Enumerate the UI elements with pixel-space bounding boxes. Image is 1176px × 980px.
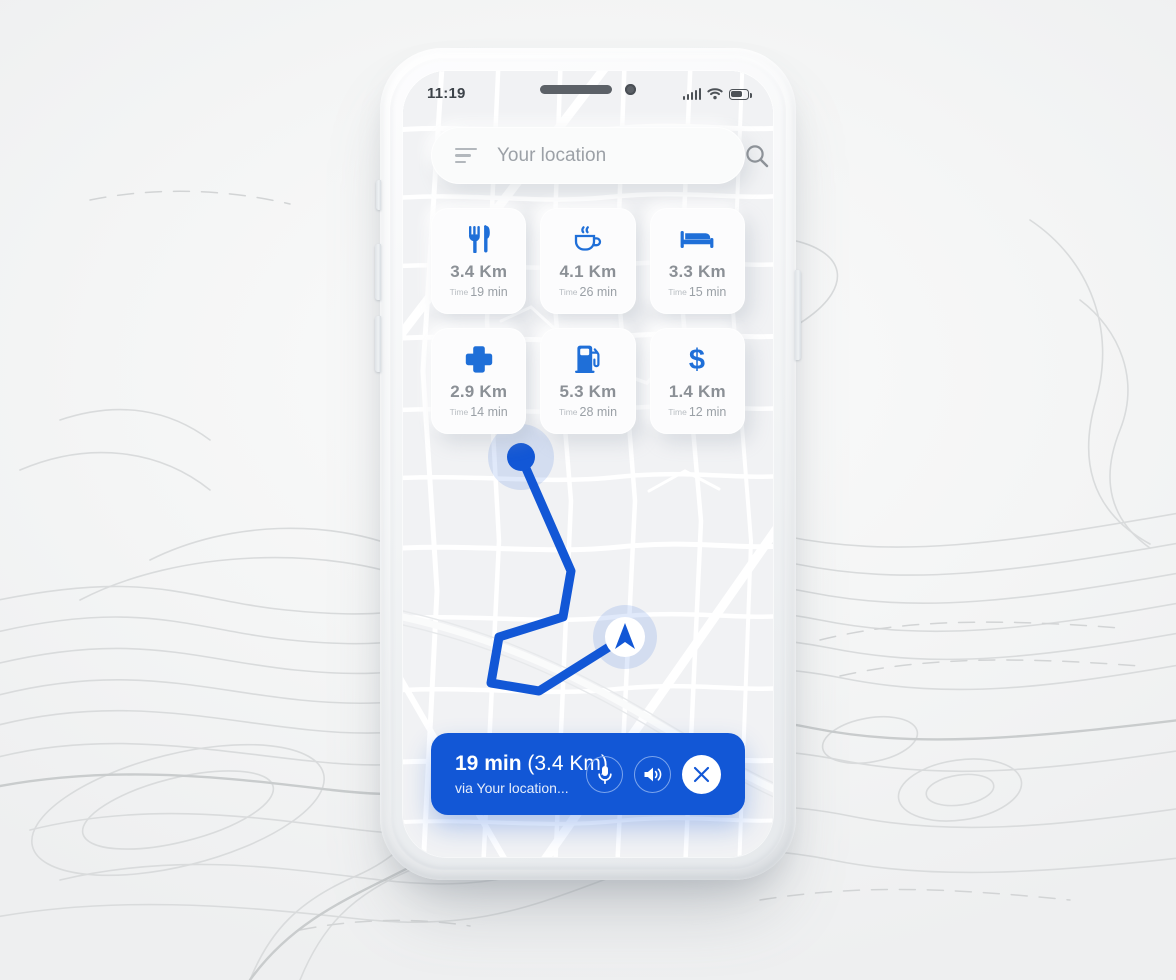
- navigation-via: via Your location...: [455, 779, 569, 796]
- search-input[interactable]: [495, 143, 744, 168]
- hotel-icon: [680, 224, 714, 254]
- category-time: Time 12 min: [668, 406, 726, 419]
- atm-icon: $: [687, 344, 707, 374]
- category-time-value: 15 min: [688, 284, 727, 299]
- power-button[interactable]: [795, 270, 801, 360]
- volume-down-button[interactable]: [375, 316, 381, 372]
- category-distance: 2.9 Km: [450, 381, 508, 401]
- category-card-atm[interactable]: $ 1.4 Km Time 12 min: [649, 328, 745, 434]
- battery-icon: [729, 88, 752, 100]
- category-time-value: 12 min: [688, 404, 727, 419]
- category-distance: 1.4 Km: [668, 381, 726, 401]
- navigation-bar: 19 min (3.4 Km) via Your location...: [431, 733, 745, 815]
- navigation-eta: 19 min: [455, 752, 522, 776]
- category-card-gas-station[interactable]: 5.3 Km Time 28 min: [540, 328, 636, 434]
- speaker-icon: [644, 767, 662, 781]
- category-time-label: Time: [558, 406, 578, 417]
- category-time-value: 28 min: [579, 404, 618, 419]
- category-grid: 3.4 Km Time 19 min 4.1 Km Time 26 min 3.…: [431, 208, 745, 434]
- category-time-value: 19 min: [470, 284, 508, 299]
- category-time-label: Time: [668, 286, 687, 297]
- category-time-value: 14 min: [470, 404, 508, 419]
- sound-button[interactable]: [634, 755, 671, 793]
- wifi-icon: [707, 87, 723, 99]
- category-card-hotel[interactable]: 3.3 Km Time 15 min: [649, 208, 745, 314]
- category-card-restaurant[interactable]: 3.4 Km Time 19 min: [431, 208, 527, 314]
- status-bar: 11:19: [403, 71, 773, 115]
- category-time-label: Time: [449, 406, 469, 417]
- front-camera: [625, 84, 636, 95]
- mute-switch-button[interactable]: [376, 180, 381, 210]
- earpiece-speaker: [540, 85, 612, 94]
- category-card-cafe[interactable]: 4.1 Km Time 26 min: [540, 208, 636, 314]
- category-distance: 5.3 Km: [559, 381, 617, 401]
- category-time-label: Time: [449, 286, 469, 297]
- navigation-actions: [586, 754, 721, 794]
- origin-dot-icon: [507, 443, 535, 471]
- close-button[interactable]: [682, 754, 721, 794]
- gas-station-icon: [574, 344, 601, 374]
- hospital-icon: [465, 344, 493, 374]
- phone-notch: [540, 84, 636, 95]
- category-time: Time 14 min: [450, 406, 508, 419]
- volume-up-button[interactable]: [375, 244, 381, 300]
- phone-device: 11:19 Your location 3.4 Km Time 19 min 4…: [375, 48, 801, 880]
- category-time-value: 26 min: [579, 284, 618, 299]
- status-icons: [682, 87, 752, 100]
- restaurant-icon: [467, 224, 491, 254]
- category-time: Time 15 min: [668, 286, 726, 299]
- status-clock: 11:19: [427, 84, 466, 102]
- navigation-eta-row: 19 min (3.4 Km): [455, 752, 608, 776]
- category-distance: 3.4 Km: [450, 261, 508, 281]
- close-icon: [693, 766, 710, 782]
- phone-screen: 11:19 Your location 3.4 Km Time 19 min 4…: [403, 71, 773, 857]
- category-distance: 3.3 Km: [668, 261, 726, 281]
- category-time-label: Time: [558, 286, 578, 297]
- category-distance: 4.1 Km: [559, 261, 617, 281]
- navigation-info: 19 min (3.4 Km) via Your location...: [455, 752, 608, 796]
- search-icon[interactable]: [744, 143, 770, 169]
- signal-bars-icon: [682, 87, 701, 100]
- category-time: Time 28 min: [559, 406, 617, 419]
- category-time-label: Time: [668, 406, 687, 417]
- microphone-button[interactable]: [586, 755, 623, 793]
- microphone-icon: [597, 765, 612, 784]
- category-time: Time 26 min: [559, 286, 617, 299]
- svg-text:$: $: [689, 344, 705, 374]
- category-card-hospital[interactable]: 2.9 Km Time 14 min: [431, 328, 527, 434]
- cafe-icon: [572, 224, 604, 254]
- filter-lines-icon[interactable]: [455, 147, 477, 164]
- search-bar[interactable]: [431, 127, 769, 184]
- category-time: Time 19 min: [450, 286, 508, 299]
